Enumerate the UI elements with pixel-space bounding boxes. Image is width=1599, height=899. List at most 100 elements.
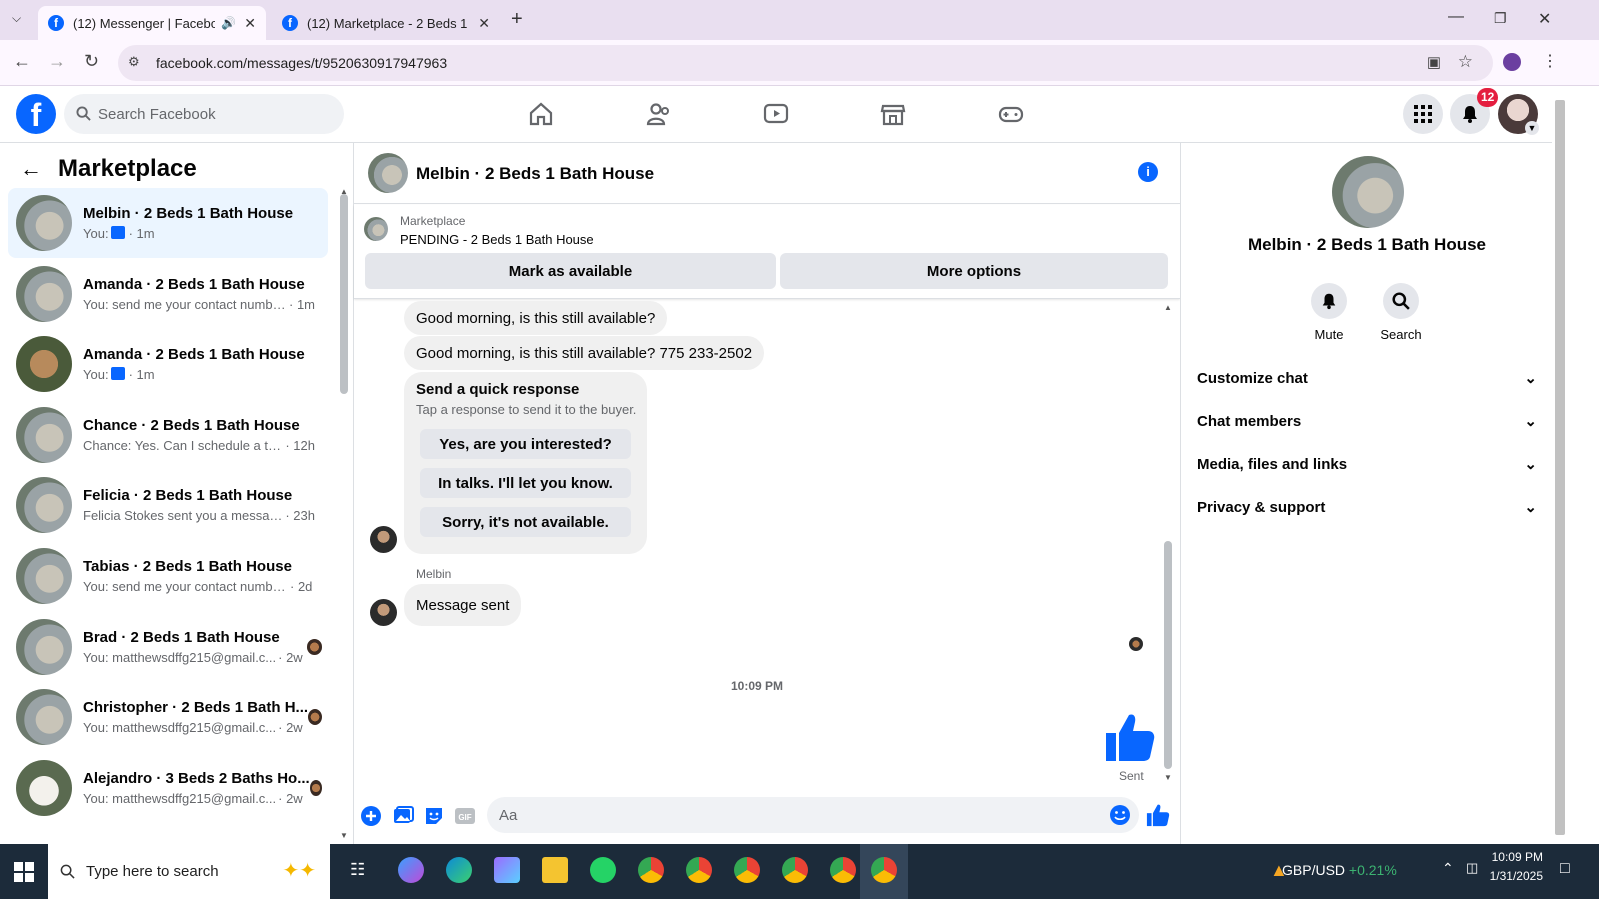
back-arrow-icon[interactable]: ← bbox=[20, 156, 42, 182]
plus-icon[interactable] bbox=[360, 805, 382, 827]
quick-response-yes-button[interactable]: Yes, are you interested? bbox=[420, 429, 631, 459]
more-options-button[interactable]: More options bbox=[780, 253, 1168, 289]
mark-as-available-button[interactable]: Mark as available bbox=[365, 253, 776, 289]
message-input[interactable]: Aa bbox=[487, 797, 1139, 833]
clock[interactable]: 10:09 PM 1/31/2025 bbox=[1490, 848, 1543, 886]
fx-widget[interactable]: GBP/USD +0.21% bbox=[1282, 862, 1397, 878]
tab-close-icon[interactable]: ✕ bbox=[244, 15, 256, 32]
message-bubble[interactable]: Message sent bbox=[404, 584, 522, 626]
left-scrollbar[interactable]: ▲ ▼ bbox=[338, 187, 350, 844]
media-files-links-section[interactable]: Media, files and links ⌄ bbox=[1197, 455, 1537, 474]
tab-close-icon[interactable]: ✕ bbox=[478, 15, 490, 32]
friends-icon[interactable] bbox=[645, 100, 673, 128]
video-icon[interactable] bbox=[762, 100, 790, 128]
facebook-search-input[interactable]: Search Facebook bbox=[64, 94, 344, 134]
conversation-item[interactable]: Tabias · 2 Beds 1 Bath House You: send me… bbox=[8, 541, 328, 611]
taskbar-search-input[interactable]: Type here to search ✦✦ bbox=[48, 844, 330, 899]
emoji-icon[interactable] bbox=[1109, 804, 1131, 826]
send-like-icon[interactable] bbox=[1146, 803, 1170, 827]
chat-scrollbar[interactable]: ▲ ▼ bbox=[1162, 303, 1174, 785]
tab-search-chevron-icon[interactable]: ⌵ bbox=[12, 11, 21, 26]
sender-avatar[interactable] bbox=[370, 526, 397, 553]
chat-title[interactable]: Melbin · 2 Beds 1 Bath House bbox=[416, 164, 654, 184]
profile-icon[interactable] bbox=[1503, 53, 1521, 71]
site-info-icon[interactable]: ⚙ bbox=[128, 54, 140, 70]
section-label: Privacy & support bbox=[1197, 498, 1326, 516]
install-app-icon[interactable]: ▣ bbox=[1427, 53, 1441, 71]
gaming-icon[interactable] bbox=[997, 100, 1025, 128]
sent-status: Sent bbox=[1119, 769, 1144, 783]
conversation-name: Christopher · 2 Beds 1 Bath H... bbox=[83, 699, 309, 717]
tab-messenger[interactable]: f (12) Messenger | Facebook 🔊 ✕ bbox=[38, 6, 266, 40]
read-receipt-avatar bbox=[309, 779, 322, 796]
chat-info-avatar[interactable] bbox=[1332, 156, 1404, 228]
menu-grid-button[interactable] bbox=[1403, 94, 1443, 134]
pen-app-icon[interactable] bbox=[494, 857, 520, 883]
sender-avatar[interactable] bbox=[370, 599, 397, 626]
page-scrollbar-thumb[interactable] bbox=[1555, 100, 1565, 835]
task-view-icon[interactable]: ☷ bbox=[350, 860, 365, 880]
notification-center-icon[interactable]: □ bbox=[1560, 860, 1570, 878]
marketplace-icon[interactable] bbox=[879, 100, 907, 128]
image-icon[interactable] bbox=[392, 805, 414, 827]
customize-chat-section[interactable]: Customize chat ⌄ bbox=[1197, 369, 1537, 388]
search-icon bbox=[1392, 292, 1410, 310]
copilot-icon[interactable] bbox=[398, 857, 424, 883]
edge-icon[interactable] bbox=[446, 857, 472, 883]
chrome-icon[interactable] bbox=[782, 857, 808, 883]
bell-icon bbox=[1322, 293, 1336, 310]
account-chevron-icon[interactable]: ▼ bbox=[1525, 121, 1539, 135]
chrome-icon[interactable] bbox=[734, 857, 760, 883]
conversation-preview: You: matthewsdffg215@gmail.c... · 2w bbox=[83, 791, 310, 806]
window-close-icon[interactable]: ✕ bbox=[1538, 9, 1551, 29]
conversation-item[interactable]: Christopher · 2 Beds 1 Bath H... You: mat… bbox=[8, 682, 328, 752]
new-tab-icon[interactable]: + bbox=[511, 8, 523, 31]
network-icon[interactable]: ◫ bbox=[1466, 860, 1478, 876]
conversation-item[interactable]: Felicia · 2 Beds 1 Bath House Felicia Sto… bbox=[8, 470, 328, 540]
bookmark-star-icon[interactable]: ☆ bbox=[1458, 52, 1473, 72]
conversation-item[interactable]: Chance · 2 Beds 1 Bath House Chance: Yes.… bbox=[8, 400, 328, 470]
chat-scrollbar-thumb[interactable] bbox=[1164, 541, 1172, 769]
forward-icon[interactable]: → bbox=[48, 51, 66, 72]
chrome-icon[interactable] bbox=[830, 857, 856, 883]
chat-members-section[interactable]: Chat members ⌄ bbox=[1197, 412, 1537, 431]
conversation-info: Felicia · 2 Beds 1 Bath House Felicia Sto… bbox=[83, 487, 315, 523]
address-bar-row: ← → ↻ ⚙ facebook.com/messages/t/95206309… bbox=[0, 40, 1599, 86]
windows-start-icon[interactable] bbox=[14, 862, 34, 882]
conversation-item[interactable]: Amanda · 2 Beds 1 Bath House You: · 1m bbox=[8, 329, 328, 399]
chrome-icon[interactable] bbox=[638, 857, 664, 883]
chrome-icon[interactable] bbox=[686, 857, 712, 883]
quick-response-sorry-button[interactable]: Sorry, it's not available. bbox=[420, 507, 631, 537]
tab-marketplace[interactable]: f (12) Marketplace - 2 Beds 1 Bath ✕ bbox=[272, 6, 500, 40]
conversation-item[interactable]: Amanda · 2 Beds 1 Bath House You: send me… bbox=[8, 259, 328, 329]
chrome-icon[interactable] bbox=[871, 857, 897, 883]
speaker-icon[interactable]: 🔊 bbox=[221, 16, 236, 30]
file-explorer-icon[interactable] bbox=[542, 857, 568, 883]
gif-icon[interactable]: GIF bbox=[454, 805, 476, 827]
chevron-down-icon: ⌄ bbox=[1524, 499, 1537, 516]
message-bubble[interactable]: Good morning, is this still available? bbox=[404, 301, 668, 335]
conversation-item[interactable]: Alejandro · 3 Beds 2 Baths Ho... You: mat… bbox=[8, 753, 328, 823]
conversation-item[interactable]: Brad · 2 Beds 1 Bath House You: matthewsd… bbox=[8, 612, 328, 682]
chat-avatar[interactable] bbox=[368, 153, 408, 193]
browser-menu-icon[interactable]: ⋮ bbox=[1542, 51, 1558, 71]
left-scrollbar-thumb[interactable] bbox=[340, 194, 348, 394]
url-bar[interactable]: ⚙ facebook.com/messages/t/95206309179479… bbox=[118, 45, 1493, 81]
like-thumb-icon[interactable] bbox=[1104, 711, 1156, 763]
sticker-icon[interactable] bbox=[423, 805, 445, 827]
conversation-info-icon[interactable]: i bbox=[1138, 162, 1158, 182]
restore-icon[interactable]: ❐ bbox=[1494, 10, 1507, 27]
reload-icon[interactable]: ↻ bbox=[84, 51, 99, 72]
privacy-support-section[interactable]: Privacy & support ⌄ bbox=[1197, 498, 1537, 517]
mute-action[interactable]: Mute bbox=[1299, 283, 1359, 342]
quick-response-in-talks-button[interactable]: In talks. I'll let you know. bbox=[420, 468, 631, 498]
minimize-icon[interactable]: — bbox=[1448, 8, 1464, 26]
tray-chevron-icon[interactable]: ⌃ bbox=[1442, 860, 1454, 877]
search-action[interactable]: Search bbox=[1371, 283, 1431, 342]
back-icon[interactable]: ← bbox=[13, 51, 31, 72]
facebook-logo-icon[interactable]: f bbox=[16, 94, 56, 134]
message-bubble[interactable]: Good morning, is this still available? 7… bbox=[404, 336, 765, 370]
home-icon[interactable] bbox=[527, 100, 555, 128]
conversation-item[interactable]: Melbin · 2 Beds 1 Bath House You: · 1m bbox=[8, 188, 328, 258]
whatsapp-icon[interactable] bbox=[590, 857, 616, 883]
